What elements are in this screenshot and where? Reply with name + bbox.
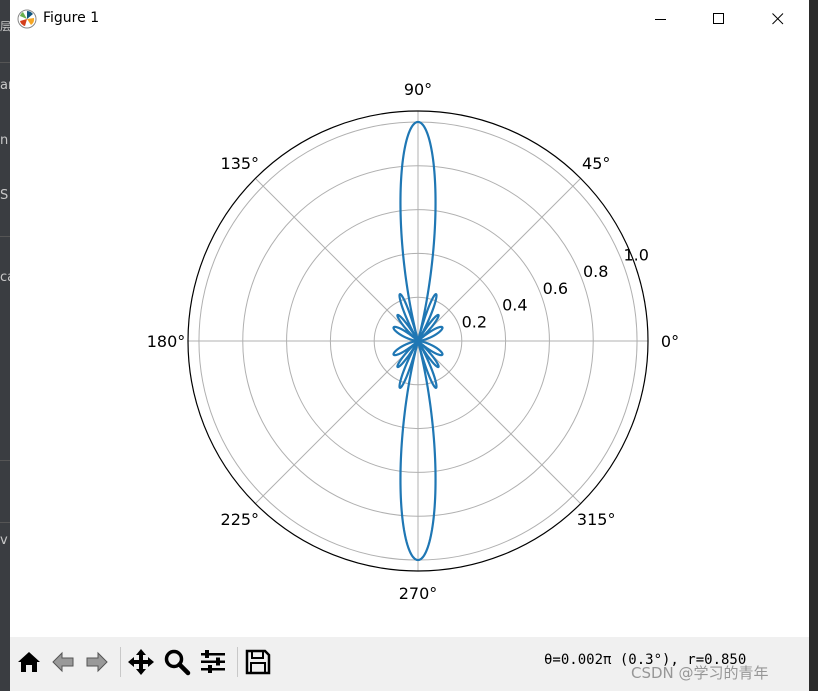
angle-tick-label: 270° [399, 584, 438, 603]
angle-tick-label: 135° [221, 154, 260, 173]
close-button[interactable] [755, 0, 801, 38]
angular-gridline [255, 340, 419, 504]
zoom-icon [164, 649, 191, 676]
background-text: n [0, 133, 9, 148]
angle-tick-label: 0° [661, 332, 679, 351]
angle-tick-label: 225° [221, 510, 260, 529]
toolbar-separator [237, 647, 238, 677]
angular-gridline [255, 178, 419, 342]
angle-tick-label: 315° [577, 510, 616, 529]
pan-button[interactable] [124, 645, 158, 679]
angle-tick-label: 90° [404, 80, 432, 99]
angular-gridline [417, 340, 581, 504]
forward-button[interactable] [80, 645, 114, 679]
window-title: Figure 1 [43, 10, 100, 26]
polar-chart: 0° 45° 90° 135° 180° 225° 270° 315° 0.2 0.4 0.6 0.8… [147, 80, 679, 603]
toolbar-separator [120, 647, 121, 677]
angle-tick-label: 45° [582, 154, 610, 173]
minimize-icon [655, 19, 666, 20]
sliders-icon [201, 650, 225, 673]
figure-window: Figure 1 0° 45° 90° 135° 180° 225° 270° 315° 0.2… [10, 0, 809, 691]
radial-tick-label: 0.2 [462, 313, 487, 332]
home-button[interactable] [12, 645, 46, 679]
radial-tick-label: 1.0 [623, 245, 648, 264]
configure-subplots-button[interactable] [196, 645, 230, 679]
save-icon [245, 649, 271, 675]
back-button[interactable] [46, 645, 80, 679]
angular-gridline [417, 178, 581, 342]
angle-tick-label: 180° [147, 332, 186, 351]
radial-tick-label: 0.8 [583, 262, 608, 281]
save-button[interactable] [241, 645, 275, 679]
watermark: CSDN @学习的青年 [631, 664, 769, 682]
maximize-button[interactable] [696, 0, 742, 38]
zoom-button[interactable] [160, 645, 194, 679]
radial-tick-label: 0.6 [543, 279, 568, 298]
background-app-strip: 层 ar n S ca v [0, 0, 15, 691]
move-icon [128, 649, 154, 675]
maximize-icon [713, 13, 724, 24]
background-text: v [0, 533, 8, 548]
home-icon [18, 652, 40, 672]
matplotlib-logo-icon [17, 9, 37, 29]
background-text: S [0, 188, 9, 203]
title-bar[interactable]: Figure 1 [10, 0, 809, 38]
forward-arrow-icon [86, 651, 108, 673]
close-icon [772, 13, 784, 25]
minimize-button[interactable] [638, 0, 684, 38]
radial-tick-label: 0.4 [502, 296, 527, 315]
back-arrow-icon [52, 651, 74, 673]
plot-area[interactable]: 0° 45° 90° 135° 180° 225° 270° 315° 0.2 0.4 0.6 0.8… [10, 38, 809, 636]
